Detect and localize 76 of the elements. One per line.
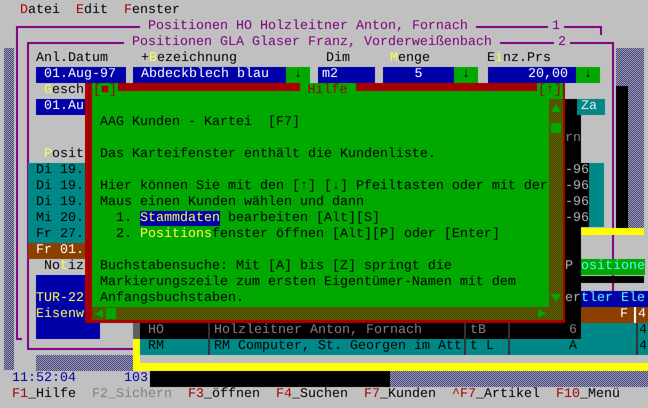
help-text: AAG Kunden - Kartei [F7] [100,115,301,131]
list-row[interactable]: Di 19. [28,179,86,195]
note-line: Eisenw [36,307,84,323]
help-text: Hier können Sie mit den [↑] [↓] Pfeiltasten oder mit der [100,179,549,195]
column-header: +Bezeichnung [141,51,237,67]
list-row[interactable]: Di 19. [28,163,86,179]
date-fragment: -96 [565,211,589,227]
dropdown-button[interactable]: ↓ [454,67,478,83]
input-field[interactable]: 01.Aug-97 [36,67,126,83]
function-key[interactable]: F3_öffnen [188,387,260,403]
input-field[interactable]: 20,00 [488,67,576,83]
list-row-end [589,211,604,227]
scroll-thumb[interactable] [106,308,116,319]
column-header: Dim [326,51,350,67]
clock: 11:52:04 [12,371,76,387]
section-heading: Posit [44,147,84,163]
label-fragment: Za [577,99,605,115]
status-row [581,307,648,323]
list-row[interactable]: Fr 01. [28,243,86,259]
scroll-thumb[interactable] [551,123,561,133]
menu-item[interactable]: Fenster [124,3,180,19]
table-cell-text: RM [147,339,165,355]
help-list-item: 2. Positionsfenster öffnen [Alt][P] oder [Enter] [115,227,501,243]
list-row[interactable]: Mi 20. [28,211,86,227]
dropdown-button[interactable]: ↓ [286,67,310,83]
function-key[interactable]: F10_Menü [556,387,620,403]
vertical-scrollbar[interactable] [549,99,563,307]
table-cell: A [508,339,636,355]
date-fragment: -96 [565,179,589,195]
divider-bar [581,276,644,283]
dealer-label: ertler Ele [565,291,648,307]
scroll-up-icon[interactable] [550,103,562,113]
horizontal-scrollbar[interactable] [92,307,563,320]
help-text: Anfangsbuchstaben. [100,291,245,307]
scroll-down-icon[interactable] [550,293,562,303]
field-label: Notiz [44,259,84,275]
record-count: 103 [124,371,148,387]
help-list-item: 1. Stammdaten bearbeiten [Alt][S] [115,211,381,227]
column-header: Menge [390,51,430,67]
help-text: Das Karteifenster enthält die Kundenliste. [100,147,437,163]
menu-item[interactable]: Datei [20,3,60,19]
label-fragment: rn [565,131,581,147]
note-line: TUR-22 [36,291,84,307]
help-text: Markierungszeile zum ersten Eigentümer-Namen mit dem [100,275,517,291]
input-field[interactable]: m2 [318,67,375,83]
table-cell: t L [464,339,508,355]
input-field[interactable]: 5 [383,67,454,83]
date-fragment: -96 [565,195,589,211]
highlight-bar [581,228,644,235]
list-row[interactable]: Fr 27. [28,227,86,243]
function-key[interactable]: F1_Hilfe [12,387,76,403]
scroll-right-icon[interactable] [537,308,547,319]
menu-item[interactable]: Edit [76,3,108,19]
flag-text: F [620,307,628,323]
help-link[interactable]: Stammdaten [140,211,220,226]
column-header: Einz.Prs [487,51,551,67]
help-text: Maus einen Kunden wählen und dann [100,195,365,211]
scroll-left-icon[interactable] [94,308,104,319]
input-field[interactable]: 01.Au [36,99,86,115]
table-cell: 4 [636,339,648,355]
function-key[interactable]: F7_Kunden [364,387,436,403]
table-cell: RM Computer, St. Georgen im Att [208,339,464,355]
column-header: Anl.Datum [36,51,108,67]
table-cell-text: HO [147,323,165,339]
date-fragment: -96 [565,163,589,179]
help-text: Buchstabensuche: Mit [A] bis [Z] springt die [100,259,453,275]
list-row[interactable]: Di 19. [28,195,86,211]
input-field[interactable]: Abdeckblech blau [133,67,286,83]
function-key[interactable]: ^F7_Artikel [452,387,540,403]
help-title: Hilfe [306,83,348,99]
dropdown-button[interactable]: ↓ [576,67,600,83]
table-row[interactable]: RM RM Computer, St. Georgen im Att t L A 4 [140,339,648,355]
function-key[interactable]: F4_Suchen [276,387,348,403]
field-label: Gesch [44,83,84,99]
table-row[interactable]: HO Holzleitner Anton, Fornach tB 6 4 [140,323,648,339]
list-row-end [589,163,604,179]
